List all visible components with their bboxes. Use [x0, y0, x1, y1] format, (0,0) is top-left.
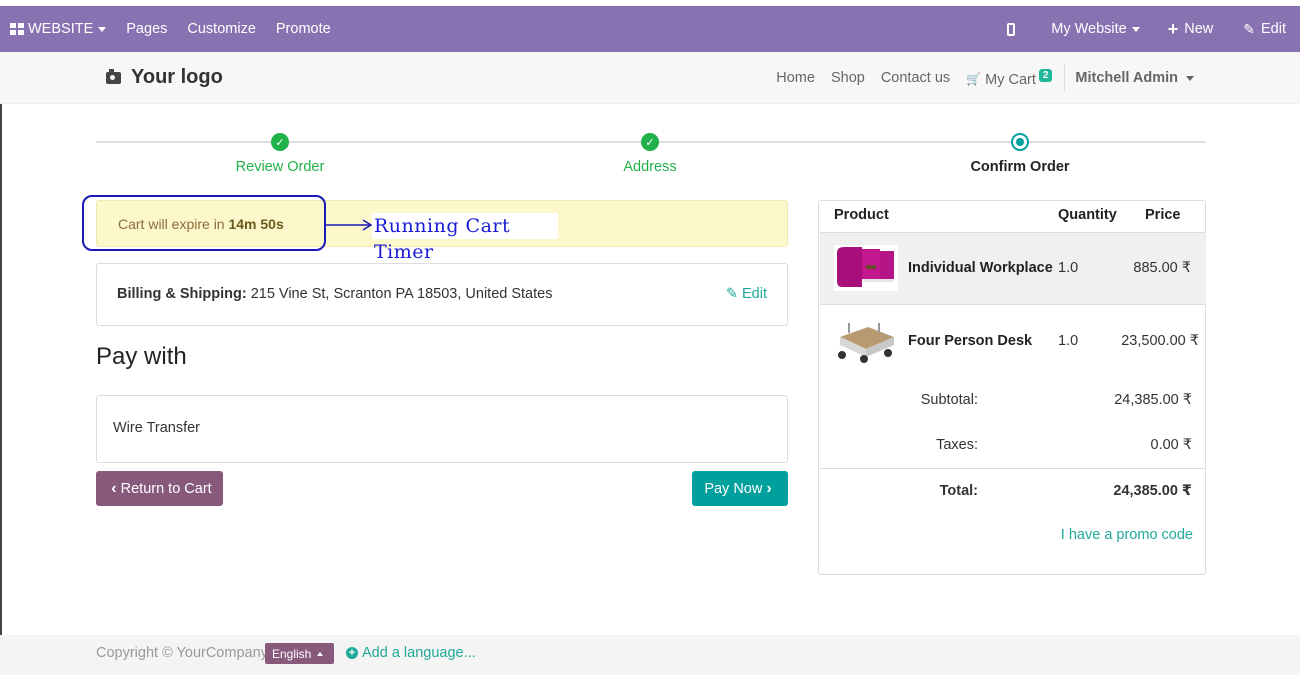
annotation-arrow-icon	[326, 219, 373, 231]
chevron-down-icon	[1186, 75, 1194, 81]
edit-link-label: Edit	[742, 286, 767, 302]
taxes-value: 0.00 ₹	[1150, 437, 1192, 453]
billing-label: Billing & Shipping:	[117, 286, 247, 302]
header-price: Price	[1145, 207, 1181, 223]
language-label: English	[272, 646, 312, 661]
nav-shop[interactable]: Shop	[823, 70, 873, 86]
footer: Copyright © YourCompany	[0, 635, 1300, 675]
add-language-link[interactable]: + Add a language...	[346, 645, 476, 661]
step-address[interactable]: ✓ Address	[550, 133, 750, 175]
site-nav: Home Shop Contact us 🛒 My Cart 2 Mitchell …	[768, 52, 1200, 104]
product-name[interactable]: Four Person Desk	[908, 333, 1032, 349]
billing-text: Billing & Shipping: 215 Vine St, Scranto…	[117, 286, 552, 302]
window-edge	[0, 52, 2, 675]
billing-shipping-card: Billing & Shipping: 215 Vine St, Scranto…	[96, 263, 788, 326]
user-menu[interactable]: Mitchell Admin	[1069, 70, 1200, 86]
cart-icon: 🛒	[966, 72, 982, 87]
cart-count-badge: 2	[1038, 68, 1053, 82]
pencil-icon: ✎	[1243, 20, 1255, 37]
language-selector[interactable]: English	[265, 643, 334, 664]
check-circle-icon: ✓	[641, 133, 659, 151]
product-image-individual-workplace[interactable]	[834, 245, 898, 291]
pay-now-label: Pay Now	[704, 480, 763, 497]
website-menu[interactable]: WEBSITE	[0, 6, 116, 52]
edit-button[interactable]: ✎ Edit	[1223, 6, 1296, 52]
pages-menu[interactable]: Pages	[116, 6, 177, 52]
product-price: 23,500.00 ₹	[1121, 333, 1199, 349]
product-image-four-person-desk[interactable]	[834, 319, 898, 365]
pay-now-button[interactable]: Pay Now ›	[692, 471, 788, 506]
step-label: Address	[623, 159, 677, 175]
total-label: Total:	[939, 483, 978, 499]
header-quantity: Quantity	[1058, 207, 1117, 223]
product-name[interactable]: Individual Workplace	[908, 260, 1053, 276]
payment-method-label: Wire Transfer	[113, 420, 201, 436]
new-label: New	[1184, 21, 1214, 37]
current-step-icon	[1011, 133, 1029, 151]
nav-my-cart[interactable]: 🛒 My Cart 2	[958, 68, 1060, 88]
step-label: Review Order	[235, 159, 325, 175]
copyright-text: Copyright © YourCompany	[96, 645, 268, 661]
add-language-label: Add a language...	[362, 645, 476, 661]
admin-bar: WEBSITE Pages Customize Promote My Websi…	[0, 6, 1300, 52]
chevron-right-icon: ›	[766, 479, 772, 497]
step-review-order[interactable]: ✓ Review Order	[180, 133, 380, 175]
order-summary: Product Quantity Price Individual Workpl…	[818, 200, 1206, 575]
site-logo[interactable]: Your logo	[106, 66, 223, 89]
nav-home[interactable]: Home	[768, 70, 823, 86]
mobile-icon	[1007, 22, 1016, 36]
header-product: Product	[834, 207, 889, 223]
edit-address-link[interactable]: ✎ Edit	[726, 286, 767, 302]
product-quantity: 1.0	[1058, 333, 1079, 349]
product-price: 885.00 ₹	[1133, 260, 1191, 276]
total-value: 24,385.00 ₹	[1113, 483, 1192, 499]
cart-label: My Cart	[985, 71, 1036, 88]
chevron-down-icon	[98, 26, 107, 32]
nav-divider	[1064, 64, 1066, 92]
payment-method-wire-transfer[interactable]: Wire Transfer	[96, 395, 788, 463]
pay-with-heading: Pay with	[96, 343, 187, 370]
plus-icon: +	[1167, 19, 1179, 39]
mobile-preview-button[interactable]	[991, 6, 1041, 52]
plus-circle-icon: +	[346, 647, 358, 659]
product-quantity: 1.0	[1058, 260, 1079, 276]
promote-menu[interactable]: Promote	[266, 6, 341, 52]
return-to-cart-button[interactable]: ‹ Return to Cart	[96, 471, 223, 506]
logo-text: Your logo	[131, 66, 223, 88]
return-to-cart-label: Return to Cart	[120, 480, 212, 497]
annotation-label: Running Cart Timer	[372, 213, 558, 263]
chevron-up-icon	[317, 651, 324, 656]
apps-grid-icon	[10, 23, 24, 35]
subtotal-value: 24,385.00 ₹	[1114, 392, 1192, 408]
my-website-menu[interactable]: My Website	[1041, 6, 1149, 52]
site-header: Your logo Home Shop Contact us 🛒 My Cart 2…	[0, 52, 1300, 104]
website-menu-label: WEBSITE	[28, 21, 94, 37]
check-circle-icon: ✓	[271, 133, 289, 151]
promo-code-link[interactable]: I have a promo code	[1061, 527, 1193, 543]
step-confirm-order: Confirm Order	[920, 133, 1120, 175]
annotation-highlight-box	[82, 195, 326, 251]
new-button[interactable]: + New	[1150, 6, 1224, 52]
step-label: Confirm Order	[970, 159, 1070, 175]
total-divider	[820, 468, 1206, 469]
edit-label: Edit	[1261, 21, 1286, 37]
user-name: Mitchell Admin	[1075, 70, 1178, 86]
billing-address: 215 Vine St, Scranton PA 18503, United S…	[250, 286, 553, 302]
taxes-label: Taxes:	[936, 437, 978, 453]
nav-contact-us[interactable]: Contact us	[873, 70, 958, 86]
subtotal-label: Subtotal:	[920, 392, 978, 408]
edit-icon: ✎	[725, 286, 738, 302]
chevron-left-icon: ‹	[111, 479, 117, 497]
camera-icon	[106, 68, 121, 84]
my-website-label: My Website	[1051, 21, 1127, 37]
chevron-down-icon	[1131, 26, 1140, 32]
customize-menu[interactable]: Customize	[177, 6, 266, 52]
